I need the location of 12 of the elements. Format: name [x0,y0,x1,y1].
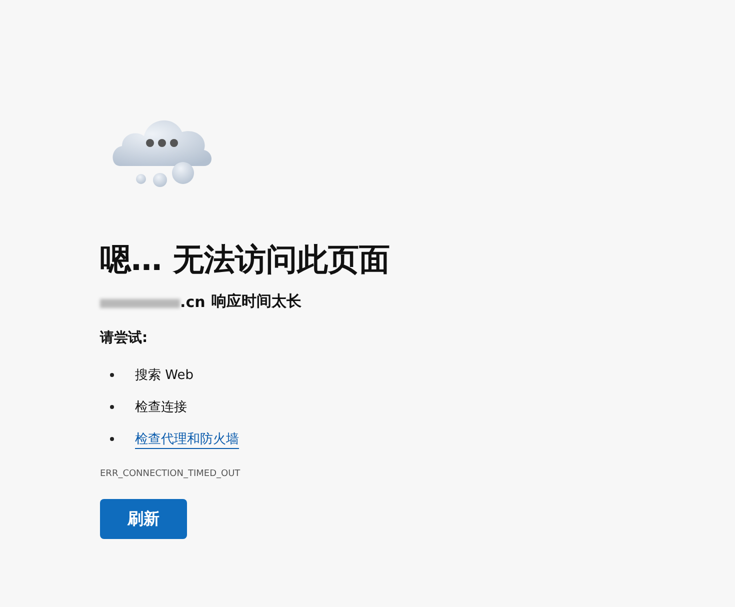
bullet-icon [110,405,114,409]
page-title: 嗯… 无法访问此页面 [100,241,391,280]
suggestion-text: 检查连接 [135,399,187,416]
refresh-button[interactable]: 刷新 [100,499,187,539]
suggestions-heading: 请尝试: [100,329,149,347]
error-message: 响应时间太长 [211,292,302,311]
bullet-icon [110,373,114,377]
bullet-icon [110,437,114,441]
host-suffix: .cn [180,292,206,310]
suggestion-link[interactable]: 检查代理和防火墙 [135,430,239,448]
error-code: ERR_CONNECTION_TIMED_OUT [100,469,242,479]
suggestion-text: 搜索 Web [135,367,194,384]
